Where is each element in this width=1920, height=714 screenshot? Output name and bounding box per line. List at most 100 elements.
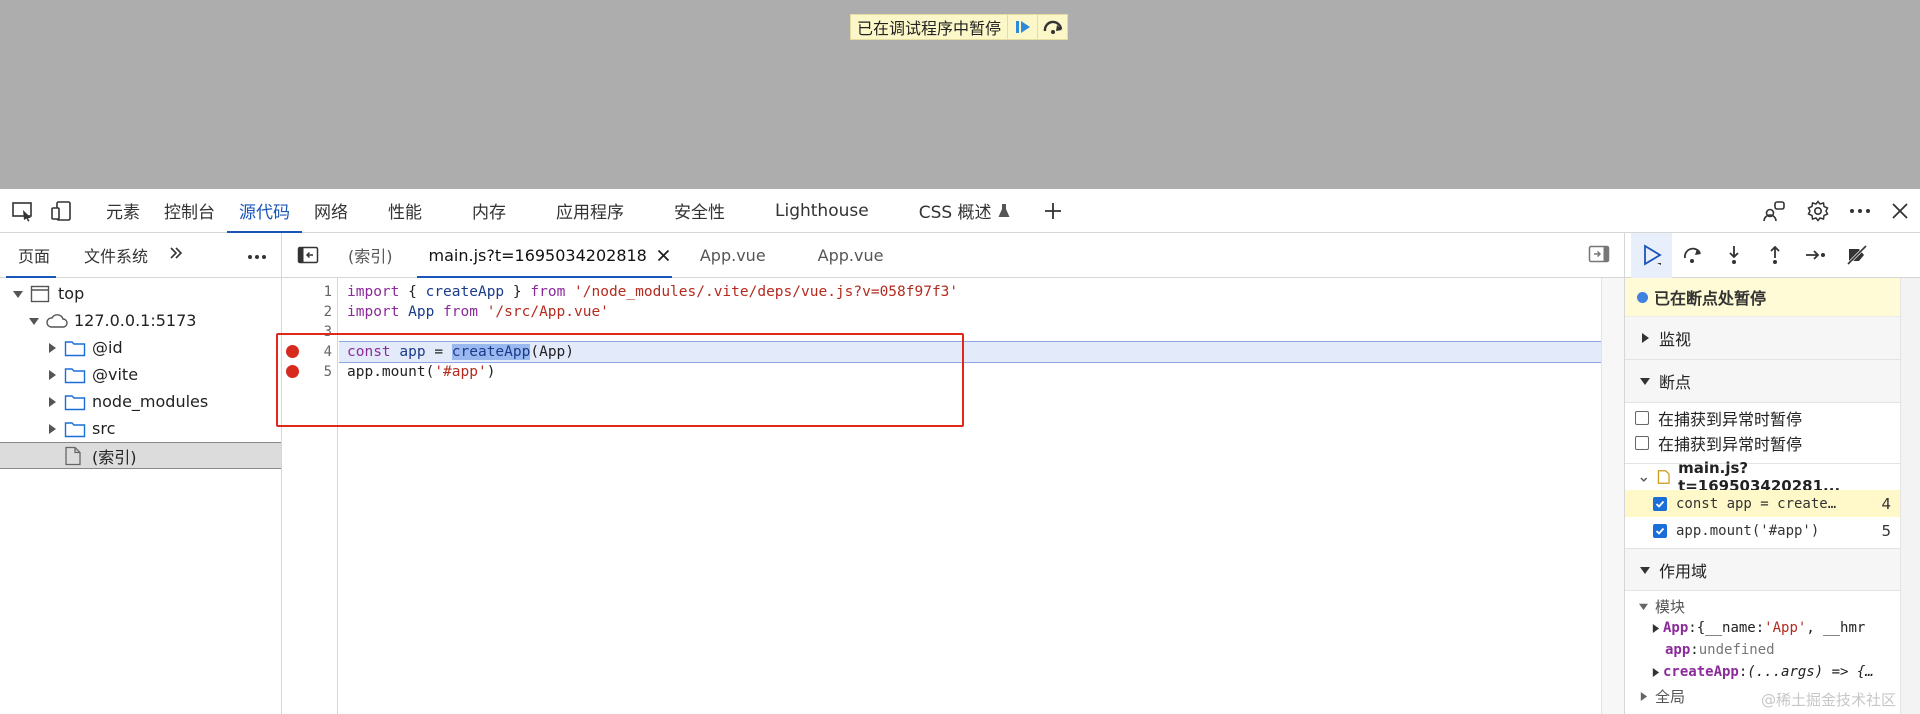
tab-application[interactable]: 应用程序 — [544, 189, 636, 233]
deactivate-breakpoints-button[interactable] — [1836, 233, 1877, 278]
tree-item-node-modules-folder[interactable]: node_modules — [0, 388, 281, 415]
watch-pane-header[interactable]: 监视 — [1625, 317, 1901, 360]
line-number-gutter[interactable]: 1 2 3 4 5 — [282, 278, 338, 714]
scope-pane-title: 作用域 — [1659, 561, 1708, 581]
identifier: App — [399, 304, 444, 320]
code-line-3[interactable] — [339, 322, 1601, 342]
scope-var-app[interactable]: app: undefined — [1625, 639, 1901, 661]
paused-status: 已在断点处暂停 — [1625, 278, 1901, 317]
editor-tab-app-vue[interactable]: App.vue — [682, 233, 784, 278]
tree-item-top[interactable]: top — [0, 280, 281, 307]
file-icon — [65, 446, 81, 465]
line-number[interactable]: 1 — [282, 282, 338, 302]
line-number-text: 4 — [323, 344, 332, 360]
toggle-navigator-button[interactable] — [286, 233, 330, 278]
code-token: = — [434, 344, 452, 360]
breakpoint-line-5[interactable]: app.mount('#app') 5 — [1625, 517, 1901, 544]
tab-memory[interactable]: 内存 — [460, 189, 518, 233]
checkbox-label: 在捕获到异常时暂停 — [1658, 409, 1803, 429]
code-line-1[interactable]: import { createApp } from '/node_modules… — [339, 282, 1601, 302]
tab-network[interactable]: 网络 — [302, 189, 360, 233]
tab-elements[interactable]: 元素 — [94, 189, 152, 233]
more-tabs-button[interactable] — [1034, 189, 1072, 233]
code-line-5[interactable]: app.mount('#app') — [339, 362, 1601, 382]
scope-var-name: App — [1663, 620, 1689, 636]
folder-icon — [64, 421, 86, 437]
nav-options-button[interactable] — [247, 245, 267, 264]
step-button[interactable] — [1795, 233, 1836, 278]
connections-button[interactable] — [1752, 189, 1796, 233]
step-over-icon — [1043, 20, 1062, 34]
scope-pane-header[interactable]: 作用域 — [1625, 548, 1901, 591]
tab-performance[interactable]: 性能 — [376, 189, 434, 233]
scope-module-group[interactable]: 模块 — [1625, 595, 1901, 617]
editor-tab-index[interactable]: (索引) — [330, 233, 411, 278]
close-devtools-button[interactable] — [1880, 189, 1920, 233]
scope-var-create-app[interactable]: createApp: (...args) => {… — [1625, 661, 1901, 683]
editor-tab-main-js[interactable]: main.js?t=1695034202818 — [411, 233, 678, 278]
checkbox[interactable] — [1635, 410, 1649, 425]
scope-val: (...args) => {… — [1747, 664, 1874, 680]
step-into-icon — [1728, 246, 1739, 264]
breakpoint-line-number: 5 — [1881, 521, 1891, 540]
step-out-icon — [1769, 245, 1780, 264]
editor-tab-app-vue-2[interactable]: App.vue — [800, 233, 902, 278]
resume-script-button[interactable] — [1631, 232, 1672, 278]
keyword: import — [347, 284, 400, 300]
step-into-button[interactable] — [1713, 233, 1754, 278]
code-area[interactable]: import { createApp } from '/node_modules… — [339, 278, 1601, 714]
keyword: from — [530, 284, 566, 300]
folder-icon — [64, 394, 86, 410]
tree-item-label: src — [92, 419, 116, 438]
line-number[interactable]: 2 — [282, 302, 338, 322]
string-literal: '/src/App.vue' — [477, 304, 609, 320]
step-out-button[interactable] — [1754, 233, 1795, 278]
tab-css-overview[interactable]: CSS 概述 — [907, 189, 1022, 233]
tree-item-src-folder[interactable]: src — [0, 415, 281, 442]
tree-item-index-file[interactable]: (索引) — [0, 442, 281, 469]
checkbox[interactable] — [1635, 435, 1649, 450]
breakpoint-marker[interactable] — [286, 365, 299, 378]
keyword: from — [443, 304, 478, 320]
line-number[interactable]: 5 — [282, 362, 338, 382]
tab-sources[interactable]: 源代码 — [227, 189, 302, 233]
tree-item-id-folder[interactable]: @id — [0, 334, 281, 361]
toggle-debugger-button[interactable] — [1588, 245, 1610, 267]
tab-console[interactable]: 控制台 — [152, 189, 227, 233]
resume-icon — [1015, 21, 1030, 33]
page-viewport: 已在调试程序中暂停 — [0, 0, 1920, 189]
pause-on-uncaught-exceptions[interactable]: 在捕获到异常时暂停 — [1625, 405, 1901, 430]
nav-tab-page[interactable]: 页面 — [0, 233, 62, 278]
checkbox-checked[interactable] — [1653, 496, 1667, 511]
editor-scrollbar[interactable] — [1601, 278, 1624, 714]
resume-play-icon — [1643, 244, 1662, 266]
settings-button[interactable] — [1796, 189, 1840, 233]
line-number[interactable]: 4 — [282, 342, 338, 362]
step-over-button[interactable] — [1672, 233, 1713, 278]
highlighted-call: createApp — [451, 344, 531, 360]
tree-item-vite-folder[interactable]: @vite — [0, 361, 281, 388]
debugger-scrollbar[interactable] — [1900, 278, 1920, 714]
tab-lighthouse[interactable]: Lighthouse — [763, 189, 881, 233]
close-tab-button[interactable] — [657, 249, 670, 262]
tab-security[interactable]: 安全性 — [662, 189, 737, 233]
breakpoint-line-4[interactable]: const app = create… 4 — [1625, 490, 1901, 517]
inspect-element-button[interactable] — [4, 189, 42, 233]
code-line-4-current-execution[interactable]: const app = createApp(App) — [339, 341, 1601, 363]
device-emulation-button[interactable] — [42, 189, 80, 233]
breakpoint-file-group[interactable]: main.js?t=169503420281... — [1625, 459, 1901, 495]
nav-tab-filesystem[interactable]: 文件系统 — [62, 233, 160, 278]
step-over-button[interactable] — [1037, 15, 1067, 39]
pause-on-caught-exceptions[interactable]: 在捕获到异常时暂停 — [1625, 430, 1901, 455]
more-options-button[interactable] — [1840, 189, 1880, 233]
string-literal: '/node_modules/.vite/deps/vue.js?v=058f9… — [565, 284, 959, 300]
scope-var-app-component[interactable]: App: {__name: 'App', __hmr — [1625, 617, 1901, 639]
tree-item-host[interactable]: 127.0.0.1:5173 — [0, 307, 281, 334]
checkbox-checked[interactable] — [1653, 523, 1667, 538]
resume-button[interactable] — [1007, 15, 1037, 39]
code-line-2[interactable]: import App from '/src/App.vue' — [339, 302, 1601, 322]
nav-more-tabs-button[interactable] — [168, 245, 184, 265]
line-number[interactable]: 3 — [282, 322, 338, 342]
breakpoints-pane-header[interactable]: 断点 — [1625, 360, 1901, 403]
breakpoint-marker[interactable] — [286, 345, 299, 358]
